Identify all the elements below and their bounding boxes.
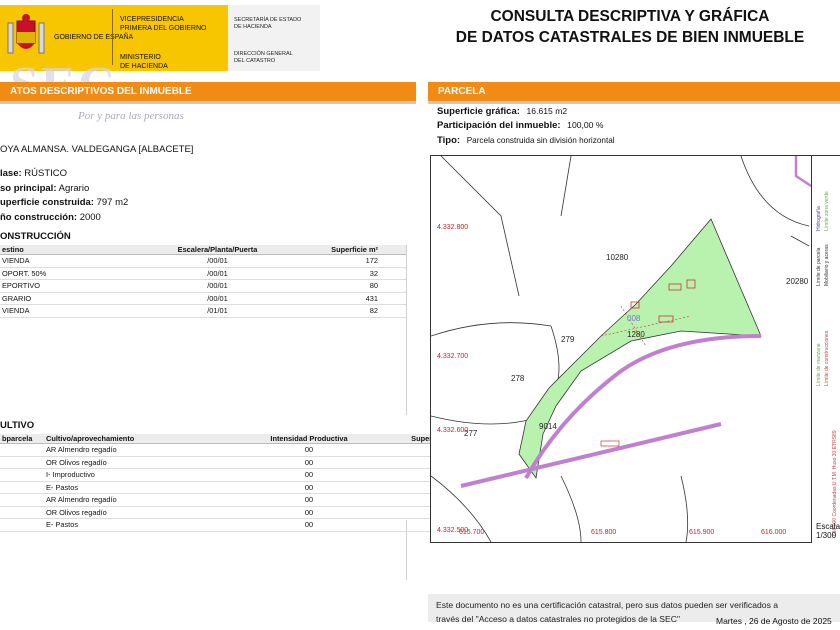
anio-row: ño construcción: 2000 [0, 212, 101, 223]
col-intensidad: Intensidad Productiva [244, 434, 374, 444]
clase-value: RÚSTICO [24, 168, 68, 179]
col-escalera: Escalera/Planta/Puerta [150, 245, 285, 255]
anio-value: 2000 [79, 212, 101, 223]
parcel-label: 9014 [539, 422, 557, 431]
table-row: E- Pastos00515 [0, 518, 460, 532]
table-row: GRARIO/00/01 431 [0, 292, 406, 305]
x-coord: 615.700 [459, 529, 484, 536]
y-coord: 4.332.800 [437, 224, 468, 231]
parcel-label: 008 [627, 314, 641, 323]
parcel-label: 1280 [627, 330, 645, 339]
table-row: VIENDA/01/01 82 [0, 304, 406, 318]
participacion-row: Participación del inmueble: 100,00 % [437, 120, 604, 131]
coord-note: 616.000 Coordenadas U.T.M. Huso 30 ETRS8… [832, 430, 838, 536]
cultivo-table: bparcela Cultivo/aprovechamiento Intensi… [0, 434, 460, 532]
tipo-label: Tipo: [437, 135, 461, 146]
parcela-title: PARCELA [438, 86, 486, 97]
disclaimer-line1: Este documento no es una certificación c… [436, 600, 779, 610]
sup-grafica-value: 16.615 m2 [526, 106, 568, 116]
table-row: EPORTIVO/00/01 80 [0, 279, 406, 293]
cultivo-title: ULTIVO [0, 420, 35, 431]
cultivo-header-row: bparcela Cultivo/aprovechamiento Intensi… [0, 434, 460, 444]
secretaria-block: SECRETARÍA DE ESTADO DE HACIENDA DIRECCI… [228, 5, 320, 71]
scale-block: Escala 1/300 [816, 522, 840, 540]
y-coord: 4.332.600 [437, 427, 468, 434]
location-text: OYA ALMANSA. VALDEGANGA [ALBACETE] [0, 144, 194, 155]
map-legend: Límite de manzana Límite de parcela Lími… [812, 155, 840, 542]
secretaria-line1: SECRETARÍA DE ESTADO [234, 17, 302, 23]
legend-item: Límite de manzana [816, 343, 822, 386]
participacion-value: 100,00 % [567, 120, 604, 130]
map-svg: 10280 20280 279 1280 278 277 9014 008 4.… [431, 156, 811, 542]
legend-item: Límite de construcciones [824, 330, 830, 386]
parcela-bar: PARCELA [428, 82, 840, 104]
superficie-value: 797 m2 [96, 197, 129, 208]
legend-item: Límite zona verde [824, 191, 830, 231]
y-coord: 4.332.700 [437, 353, 468, 360]
construccion-title: ONSTRUCCIÓN [0, 231, 71, 242]
uso-label: so principal: [0, 183, 57, 194]
table-row: OPORT. 50%/00/01 32 [0, 267, 406, 280]
table-row: VIENDA/00/01 172 [0, 254, 406, 268]
datos-descriptivos-bar: ATOS DESCRIPTIVOS DEL INMUEBLE [0, 82, 416, 104]
sup-grafica-label: Superficie gráfica: [437, 106, 520, 117]
scale-value: 1/300 [816, 531, 837, 540]
anio-label: ño construcción: [0, 212, 78, 223]
construccion-header-row: estino Escalera/Planta/Puerta Superficie… [0, 245, 406, 255]
col-cultivo: Cultivo/aprovechamiento [44, 434, 244, 444]
watermark-tagline: Por y para las personas [78, 110, 184, 122]
parcel-label: 278 [511, 374, 525, 383]
sup-grafica-row: Superficie gráfica: 16.615 m2 [437, 106, 567, 117]
secretaria-line2: DE HACIENDA [234, 24, 272, 30]
participacion-label: Participación del inmueble: [437, 120, 561, 131]
page-title: CONSULTA DESCRIPTIVA Y GRÁFICA DE DATOS … [455, 8, 805, 46]
superficie-label: uperficie construida: [0, 197, 94, 208]
table-row: AR Almendro regadío003.112 [0, 493, 460, 507]
parcel-label: 20280 [786, 277, 809, 286]
x-coord: 616.000 [761, 529, 786, 536]
construccion-table: estino Escalera/Planta/Puerta Superficie… [0, 245, 406, 318]
parcel-label: 279 [561, 335, 575, 344]
legend-item: Mobiliario y aceras [824, 244, 830, 286]
uso-value: Agrario [58, 183, 90, 194]
direccion-line1: DIRECCIÓN GENERAL [234, 51, 293, 57]
table-row: I- Improductivo001.515 [0, 468, 460, 482]
clase-label: lase: [0, 168, 22, 179]
table-row: E- Pastos00250 [0, 481, 460, 494]
col-superficie: Superficie m² [285, 245, 380, 255]
tipo-value: Parcela construida sin división horizont… [466, 136, 615, 145]
parcel-label: 10280 [606, 253, 629, 262]
datos-descriptivos-title: ATOS DESCRIPTIVOS DEL INMUEBLE [10, 86, 192, 97]
table-row: AR Almendro regadío003.681 [0, 443, 460, 457]
col-subparcela: bparcela [0, 434, 44, 444]
scale-label: Escala [816, 522, 840, 531]
clase-row: lase: RÚSTICO [0, 168, 67, 179]
gov-name: GOBIERNO DE ESPAÑA [54, 34, 134, 41]
x-coord: 615.800 [591, 529, 616, 536]
table-row: OR Olivos regadío003.681 [0, 456, 460, 469]
legend-item: Hidrografía [816, 206, 822, 231]
document-date: Martes , 26 de Agosto de 2025 [716, 616, 832, 626]
col-destino: estino [0, 245, 150, 255]
vice-line2: PRIMERA DEL GOBIERNO [120, 25, 207, 32]
tipo-row: Tipo: Parcela construida sin división ho… [437, 135, 615, 146]
legend-item: Límite de parcela [816, 247, 822, 286]
vice-line1: VICEPRESIDENCIA [120, 16, 184, 23]
cadastral-map[interactable]: 10280 20280 279 1280 278 277 9014 008 4.… [430, 155, 812, 543]
table-row: OR Olivos regadío003.113 [0, 506, 460, 519]
direccion-line2: DEL CATASTRO [234, 58, 276, 64]
superficie-row: uperficie construida: 797 m2 [0, 197, 128, 208]
x-coord: 615.900 [689, 529, 714, 536]
uso-row: so principal: Agrario [0, 183, 89, 194]
